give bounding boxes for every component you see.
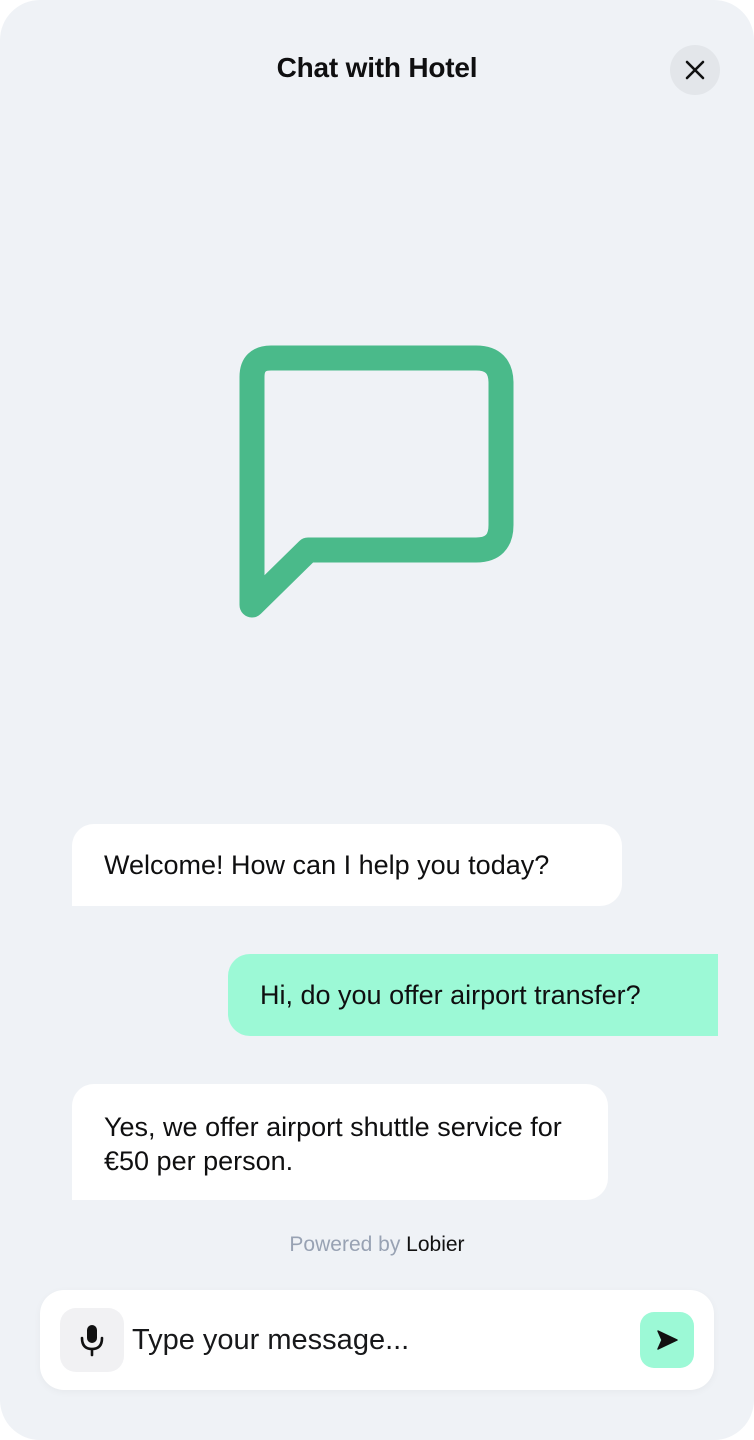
message-composer — [40, 1290, 714, 1390]
microphone-icon — [80, 1325, 104, 1357]
message-text: Hi, do you offer airport transfer? — [260, 980, 641, 1010]
powered-by-prefix: Powered by — [289, 1233, 401, 1256]
close-button[interactable] — [670, 45, 720, 95]
bot-message: Yes, we offer airport shuttle service fo… — [72, 1084, 608, 1200]
chat-panel: Chat with Hotel Welcome! How can I help … — [0, 0, 754, 1440]
chat-title: Chat with Hotel — [276, 52, 478, 83]
message-input[interactable] — [132, 1316, 612, 1364]
powered-by: Powered by Lobier — [0, 1233, 754, 1257]
send-button[interactable] — [640, 1312, 694, 1368]
chat-bubble-icon — [239, 345, 514, 618]
microphone-button[interactable] — [60, 1308, 124, 1372]
close-icon — [685, 60, 705, 80]
brand-link[interactable]: Lobier — [406, 1233, 464, 1256]
message-text: Welcome! How can I help you today? — [104, 850, 550, 880]
bot-message: Welcome! How can I help you today? — [72, 824, 622, 906]
message-text: Yes, we offer airport shuttle service fo… — [104, 1112, 562, 1176]
send-icon — [657, 1330, 678, 1350]
user-message: Hi, do you offer airport transfer? — [228, 954, 718, 1036]
